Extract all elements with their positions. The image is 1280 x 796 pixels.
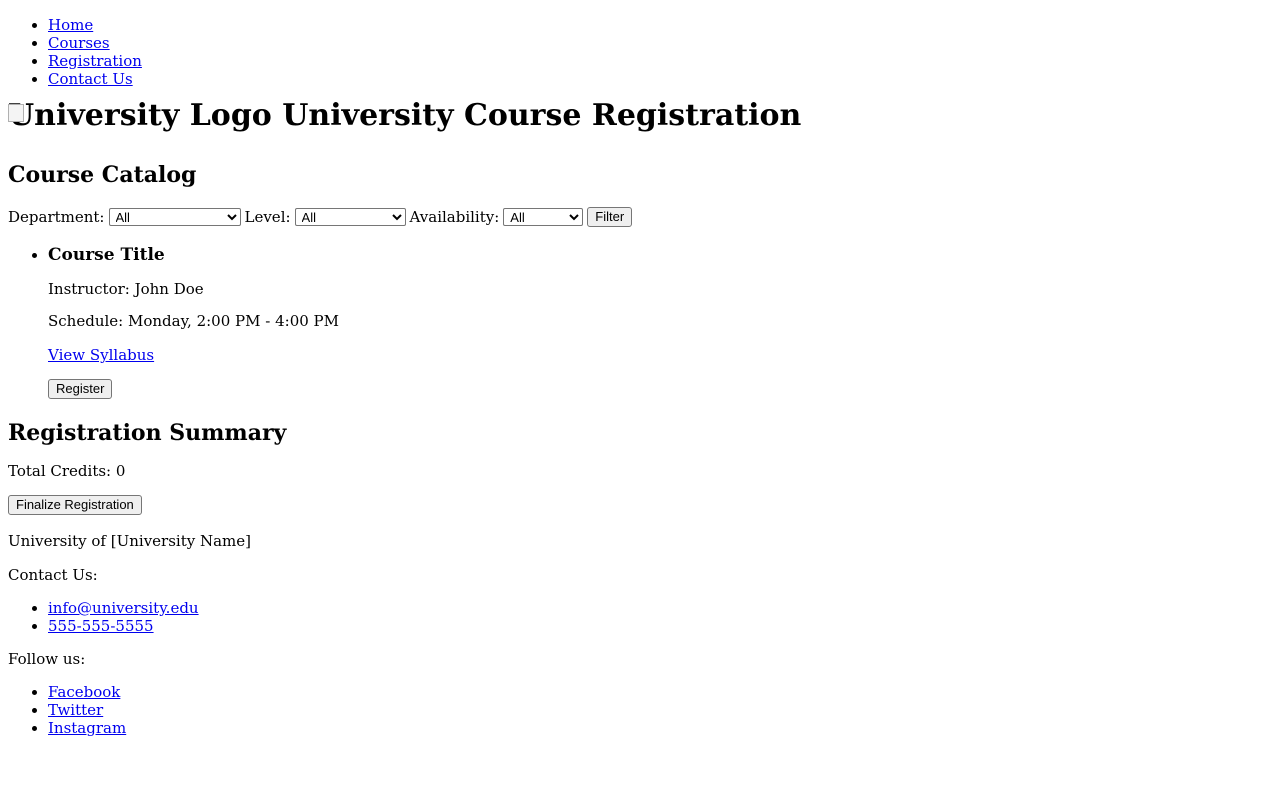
nav-link-contact[interactable]: Contact Us — [48, 70, 133, 88]
catalog-filters: Department: All Level: All Availability:… — [8, 205, 1272, 229]
department-filter: Department: All — [8, 208, 241, 226]
contact-email-link[interactable]: info@university.edu — [48, 599, 199, 617]
site-header: University Logo University Course Regist… — [8, 98, 1272, 134]
level-label: Level: — [244, 208, 291, 226]
nav-item-contact: Contact Us — [48, 70, 1272, 88]
footer-university: University of [University Name] — [8, 532, 251, 550]
footer-contact-list: info@university.edu 555-555-5555 — [8, 599, 1272, 635]
footer-contact-label: Contact Us: — [8, 566, 98, 584]
site-title: University Course Registration — [282, 98, 802, 133]
view-syllabus-link[interactable]: View Syllabus — [48, 346, 154, 364]
contact-item-email: info@university.edu — [48, 599, 1272, 617]
filter-button[interactable]: Filter — [587, 207, 633, 227]
facebook-link[interactable]: Facebook — [48, 683, 120, 701]
level-select[interactable]: All — [294, 208, 406, 226]
social-item-facebook: Facebook — [48, 683, 1272, 701]
department-label: Department: — [8, 208, 105, 226]
contact-item-phone: 555-555-5555 — [48, 617, 1272, 635]
contact-phone-link[interactable]: 555-555-5555 — [48, 617, 154, 635]
university-logo: University Logo — [8, 98, 272, 133]
nav-item-home: Home — [48, 16, 1272, 34]
register-button[interactable]: Register — [48, 379, 113, 399]
course-item: Course Title Instructor: John Doe Schedu… — [48, 243, 1272, 399]
page: Home Courses Registration Contact Us Uni… — [0, 16, 1280, 737]
summary-heading: Registration Summary — [8, 420, 287, 446]
nav-link-registration[interactable]: Registration — [48, 52, 142, 70]
nav-item-registration: Registration — [48, 52, 1272, 70]
social-item-twitter: Twitter — [48, 701, 1272, 719]
course-title: Course Title — [48, 245, 165, 265]
course-instructor: Instructor: John Doe — [48, 280, 204, 298]
availability-select[interactable]: All — [503, 208, 584, 226]
course-list: Course Title Instructor: John Doe Schedu… — [8, 243, 1272, 399]
course-schedule: Schedule: Monday, 2:00 PM - 4:00 PM — [48, 312, 339, 330]
footer-follow-label: Follow us: — [8, 650, 86, 668]
social-item-instagram: Instagram — [48, 719, 1272, 737]
level-filter: Level: All — [245, 208, 406, 226]
instagram-link[interactable]: Instagram — [48, 719, 126, 737]
availability-filter: Availability: All — [410, 208, 584, 226]
footer-social-list: Facebook Twitter Instagram — [8, 683, 1272, 737]
catalog-heading: Course Catalog — [8, 162, 197, 188]
department-select[interactable]: All — [108, 208, 241, 226]
availability-label: Availability: — [409, 208, 500, 226]
finalize-registration-button[interactable]: Finalize Registration — [8, 495, 142, 515]
total-credits: Total Credits: 0 — [8, 462, 126, 480]
nav-link-courses[interactable]: Courses — [48, 34, 110, 52]
main-nav: Home Courses Registration Contact Us — [8, 16, 1272, 88]
nav-item-courses: Courses — [48, 34, 1272, 52]
nav-link-home[interactable]: Home — [48, 16, 93, 34]
twitter-link[interactable]: Twitter — [48, 701, 103, 719]
